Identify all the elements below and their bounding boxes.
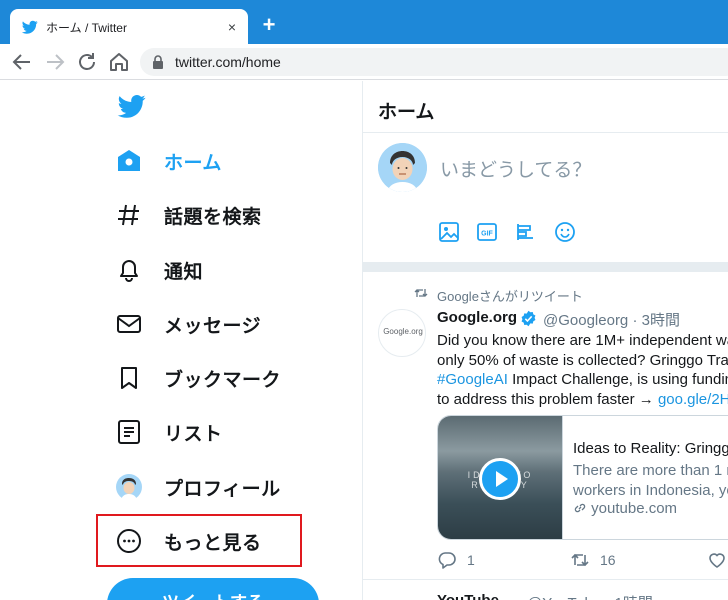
sidebar-item-explore[interactable]: 話題を検索 (116, 194, 346, 234)
home-icon (118, 150, 140, 171)
dot-separator: · (632, 312, 638, 329)
page-title: ホーム (378, 102, 435, 123)
browser-tabstrip: ホーム / Twitter × + (0, 0, 728, 44)
twitter-logo-icon[interactable] (116, 92, 148, 120)
tab-close-icon[interactable]: × (224, 19, 240, 35)
compose-input[interactable]: いまどうしてる？ (440, 155, 591, 182)
tweet-line-text: to address this problem faster → (437, 390, 654, 408)
tweet[interactable]: Googleさんがリツイート Google.org Google.org @Go… (363, 272, 728, 580)
svg-text:GIF: GIF (481, 231, 493, 238)
author-handle: @Googleorg · 3時間 (543, 309, 680, 330)
hashtag-icon (118, 204, 139, 226)
reply-icon (438, 552, 456, 569)
tweet-line: to address this problem faster → goo.gle… (437, 390, 728, 410)
sidebar-item-home[interactable]: ホーム (116, 140, 346, 180)
sidebar-item-messages[interactable]: メッセージ (116, 303, 346, 343)
gif-icon[interactable]: GIF (476, 221, 498, 243)
compose-box: いまどうしてる？ GIF (363, 133, 728, 262)
retweet-icon (571, 553, 589, 567)
back-arrow-icon[interactable] (10, 50, 34, 74)
avatar-label: Google.org (383, 327, 423, 336)
tweet-button[interactable]: ツイートする (107, 578, 319, 600)
card-domain-text: youtube.com (591, 500, 678, 517)
handle-text[interactable]: @Googleorg (543, 312, 628, 329)
author-name[interactable]: Google.org (437, 309, 517, 326)
play-icon (496, 471, 508, 487)
image-icon[interactable] (438, 221, 460, 243)
card-desc-line: workers in Indonesia, yo (573, 481, 728, 499)
browser-toolbar: twitter.com/home (0, 44, 728, 80)
reply-count: 1 (467, 552, 475, 568)
user-avatar-icon (378, 143, 427, 192)
mail-icon (117, 315, 141, 333)
forward-arrow-icon[interactable] (43, 50, 67, 74)
verified-icon (521, 310, 536, 327)
main-timeline: ホーム いまどうしてる？ GIF Googleさんがリツイート Google.o… (363, 81, 728, 600)
bell-icon (120, 260, 138, 282)
emoji-icon[interactable] (554, 221, 576, 243)
url-text: twitter.com/home (175, 54, 281, 70)
tweet-text: Did you know there are 1M+ independent w… (437, 331, 728, 409)
sidebar-item-profile[interactable]: プロフィール (116, 466, 346, 506)
sidebar-item-label: 通知 (164, 262, 204, 283)
sidebar-item-label: メッセージ (164, 316, 262, 337)
link-card[interactable]: IDEAS TO REALITY Ideas to Reality: Gring… (437, 415, 728, 540)
tweet-link[interactable]: goo.gle/2H (658, 391, 728, 408)
tweet-time[interactable]: 3時間 (642, 312, 680, 329)
highlight-box (96, 514, 302, 567)
retweet-context[interactable]: Googleさんがリツイート (437, 286, 583, 305)
author-name[interactable]: YouTube (437, 592, 499, 600)
link-icon (574, 503, 586, 513)
sidebar-item-label: ホーム (164, 153, 222, 174)
home-browser-icon[interactable] (107, 50, 131, 74)
hashtag-link[interactable]: #GoogleAI (437, 371, 508, 388)
sidebar-item-label: ブックマーク (164, 370, 282, 391)
card-domain: youtube.com (573, 500, 677, 517)
address-bar[interactable]: twitter.com/home (140, 48, 728, 76)
tweet-line-text: Impact Challenge, is using fundin (512, 371, 728, 388)
sidebar-item-label: リスト (164, 424, 223, 445)
lock-icon (153, 55, 163, 69)
sidebar-item-lists[interactable]: リスト (116, 411, 346, 451)
reload-icon[interactable] (75, 50, 99, 74)
play-button[interactable] (479, 458, 521, 500)
poll-icon[interactable] (515, 221, 537, 243)
avatar[interactable] (378, 143, 427, 192)
retweet-small-icon (414, 289, 428, 297)
video-thumbnail[interactable]: IDEAS TO REALITY (438, 416, 563, 539)
card-title: Ideas to Reality: Gringg (573, 440, 728, 457)
tweet-line: #GoogleAI Impact Challenge, is using fun… (437, 370, 728, 390)
section-separator (363, 262, 728, 272)
sidebar-nav: ホーム 話題を検索 通知 メッセージ ブックマーク リスト プロフィール もっと… (0, 81, 362, 600)
twitter-favicon-icon (22, 20, 38, 34)
sidebar-item-bookmarks[interactable]: ブックマーク (116, 357, 346, 397)
browser-tab[interactable]: ホーム / Twitter × (10, 9, 248, 44)
tab-title: ホーム / Twitter (46, 21, 127, 35)
sidebar-item-label: 話題を検索 (164, 207, 262, 228)
card-desc-line: There are more than 1 m (573, 462, 728, 479)
tweet-line: only 50% of waste is collected? Gringgo … (437, 351, 728, 369)
list-icon (118, 420, 140, 444)
sidebar-item-notifications[interactable]: 通知 (116, 249, 346, 289)
heart-icon (709, 553, 725, 568)
card-description: There are more than 1 m workers in Indon… (573, 461, 728, 500)
tweet[interactable]: YouTube @YouTube · 1時間 (363, 580, 728, 600)
new-tab-button[interactable]: + (258, 14, 280, 36)
avatar (116, 474, 142, 500)
author-handle[interactable]: @YouTube · 1時間 (527, 592, 653, 600)
timeline-header: ホーム (363, 81, 728, 133)
sidebar-item-label: プロフィール (164, 479, 281, 500)
author-avatar[interactable]: Google.org (378, 309, 426, 357)
retweet-count: 16 (600, 552, 616, 568)
tweet-line: Did you know there are 1M+ independent w… (437, 332, 728, 349)
bookmark-icon (121, 367, 137, 389)
tweet-actions: 1 16 (437, 550, 728, 572)
